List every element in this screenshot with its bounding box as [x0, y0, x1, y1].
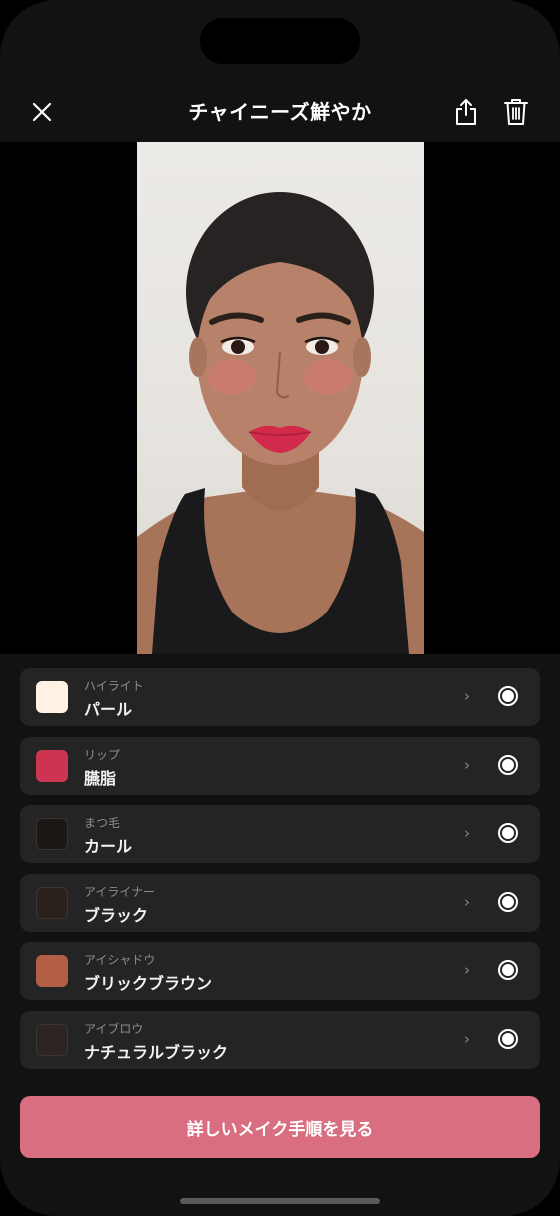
photo-preview: [0, 142, 560, 654]
header-bar: チャイニーズ鮮やか: [0, 80, 560, 142]
chevron-right-icon: ›: [464, 824, 470, 843]
radio-dot: [502, 758, 514, 771]
chevron-right-icon: ›: [464, 755, 470, 774]
view-makeup-steps-button[interactable]: 詳しいメイク手順を見る: [20, 1096, 540, 1158]
radio-toggle[interactable]: [498, 686, 518, 706]
close-icon: [32, 102, 52, 122]
dynamic-island: [200, 18, 360, 64]
close-button[interactable]: [22, 92, 62, 132]
list-item-lip[interactable]: リップ 臙脂 ›: [20, 736, 540, 795]
share-icon: [456, 99, 476, 125]
face-photo: [137, 142, 424, 654]
page-title: チャイニーズ鮮やか: [188, 100, 372, 124]
delete-button[interactable]: [496, 90, 536, 134]
color-swatch: [36, 681, 68, 713]
radio-dot: [502, 895, 514, 908]
chevron-right-icon: ›: [464, 892, 470, 911]
radio-toggle[interactable]: [498, 754, 518, 775]
radio-dot: [502, 690, 514, 702]
item-value: ブリックブラウン: [84, 974, 213, 994]
color-swatch: [36, 955, 68, 988]
item-category: ハイライト: [84, 679, 144, 693]
radio-dot: [502, 964, 514, 977]
color-swatch: [36, 886, 68, 919]
radio-dot: [502, 1032, 514, 1045]
radio-toggle[interactable]: [498, 823, 518, 844]
item-value: カール: [84, 837, 133, 857]
home-indicator: [180, 1198, 380, 1204]
list-item-highlight[interactable]: ハイライト パール ›: [20, 668, 540, 726]
radio-toggle[interactable]: [498, 891, 518, 912]
radio-toggle[interactable]: [498, 1028, 518, 1049]
item-value: ナチュラルブラック: [84, 1042, 229, 1062]
app-screen: チャイニーズ鮮やか ハイライト パール › リップ 臙脂 › まつ毛 カール ›…: [0, 0, 560, 1216]
color-swatch: [36, 749, 68, 782]
makeup-list: ハイライト パール › リップ 臙脂 › まつ毛 カール › アイライナー ブラ…: [20, 668, 540, 1080]
trash-icon: [504, 99, 528, 125]
color-swatch: [36, 1023, 68, 1056]
item-value: パール: [84, 700, 133, 719]
item-category: リップ: [84, 747, 121, 762]
chevron-right-icon: ›: [464, 961, 470, 980]
list-item-eyebrow[interactable]: アイブロウ ナチュラルブラック ›: [20, 1010, 540, 1069]
radio-dot: [502, 827, 514, 840]
item-value: ブラック: [84, 905, 149, 925]
list-item-lashes[interactable]: まつ毛 カール ›: [20, 805, 540, 864]
radio-toggle[interactable]: [498, 960, 518, 981]
face-illustration: [137, 192, 424, 654]
item-value: 臙脂: [84, 768, 117, 788]
chevron-right-icon: ›: [464, 687, 470, 705]
list-item-eyeshadow[interactable]: アイシャドウ ブリックブラウン ›: [20, 942, 540, 1001]
item-category: アイブロウ: [84, 1021, 144, 1036]
share-button[interactable]: [446, 90, 486, 134]
item-category: アイライナー: [84, 884, 156, 899]
item-category: まつ毛: [84, 816, 121, 831]
color-swatch: [36, 818, 68, 851]
list-item-eyeliner[interactable]: アイライナー ブラック ›: [20, 873, 540, 932]
chevron-right-icon: ›: [464, 1029, 470, 1048]
item-category: アイシャドウ: [84, 953, 156, 968]
